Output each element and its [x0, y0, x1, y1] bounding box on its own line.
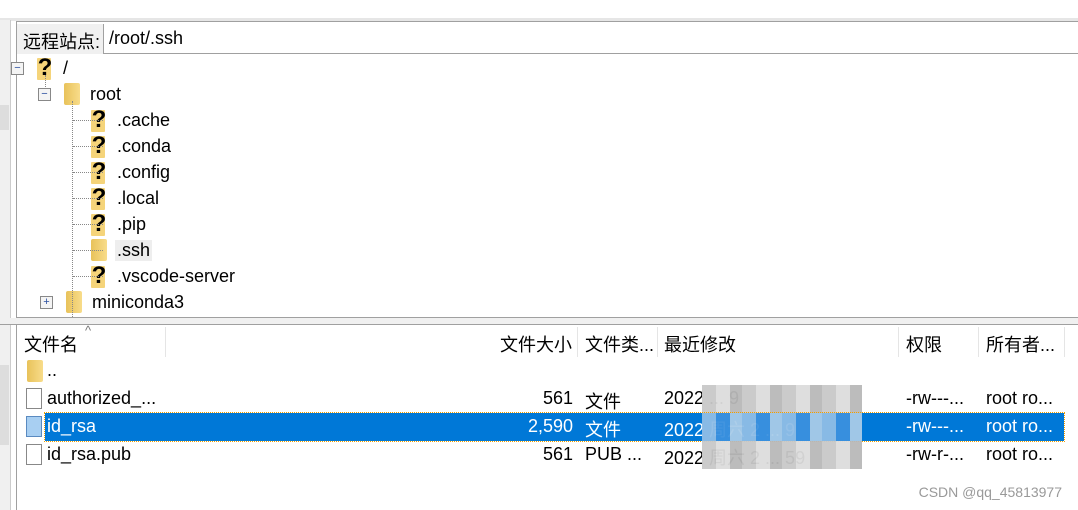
- collapse-icon[interactable]: −: [38, 88, 51, 101]
- folder-icon: [66, 291, 82, 313]
- tree-node[interactable]: ? /: [35, 54, 70, 81]
- column-header-type[interactable]: 文件类...: [578, 327, 658, 357]
- column-header-owner[interactable]: 所有者...: [979, 327, 1065, 357]
- file-permissions: -rw-r-...: [906, 444, 964, 464]
- file-owner: root ro...: [986, 388, 1054, 408]
- redaction-mosaic: [702, 413, 862, 441]
- file-row[interactable]: ..: [17, 357, 1064, 385]
- tree-node-label: .conda: [117, 135, 172, 156]
- redaction-mosaic: [702, 441, 862, 469]
- tree-node[interactable]: ? .vscode-server: [89, 262, 237, 289]
- file-size: 561: [542, 388, 573, 408]
- column-label: 文件名: [24, 335, 78, 355]
- local-panel-edge: [0, 20, 11, 510]
- remote-file-list: 文件名 ^ 文件大小 文件类... 最近修改 权限 所有者... .. author…: [16, 323, 1078, 510]
- tree-connector: [73, 224, 103, 225]
- redaction-mosaic: [702, 385, 862, 413]
- remote-site-label: 远程站点:: [17, 24, 104, 54]
- sort-ascending-icon: ^: [85, 323, 92, 338]
- file-row[interactable]: id_rsa.pub561PUB ...2022 周六 2 ... 59-rw-…: [17, 441, 1064, 469]
- tree-node-label: .config: [117, 161, 171, 182]
- collapse-icon[interactable]: −: [11, 62, 24, 75]
- file-owner: root ro...: [986, 444, 1054, 464]
- file-type: PUB ...: [585, 444, 643, 464]
- remote-site-input[interactable]: /root/.ssh: [109, 28, 183, 49]
- remote-site-bar: 远程站点: /root/.ssh: [17, 24, 1078, 54]
- file-permissions: -rw---...: [906, 388, 964, 408]
- tree-node-label: miniconda3: [92, 291, 185, 312]
- file-name: id_rsa: [47, 416, 97, 436]
- column-header-permissions[interactable]: 权限: [899, 327, 979, 357]
- expand-icon[interactable]: +: [40, 296, 53, 309]
- tree-connector: [73, 120, 103, 121]
- file-row[interactable]: authorized_...561文件2022 ... 9-rw---...ro…: [17, 385, 1064, 413]
- file-type: 文件: [585, 392, 621, 412]
- file-list-header: 文件名 ^ 文件大小 文件类... 最近修改 权限 所有者...: [17, 323, 1067, 357]
- file-owner: root ro...: [986, 416, 1054, 436]
- tree-connector: [72, 101, 73, 321]
- tree-node-label: root: [90, 83, 122, 104]
- file-size: 561: [542, 444, 573, 464]
- tree-node-label: .cache: [117, 109, 171, 130]
- column-header-size[interactable]: 文件大小: [166, 327, 578, 357]
- tree-connector: [73, 172, 103, 173]
- file-name: ..: [47, 360, 58, 380]
- tree-node-label: /: [63, 57, 69, 78]
- remote-directory-tree: ? / − root −? .cache? .conda? .config? .local? .p…: [11, 54, 1077, 321]
- file-type: 文件: [585, 420, 621, 440]
- panel-splitter[interactable]: [0, 318, 1078, 325]
- file-size: 2,590: [527, 416, 573, 436]
- file-row[interactable]: id_rsa2,590文件2022 周六 2 ... 9-rw---...roo…: [26, 412, 1065, 442]
- parent-folder-icon: [27, 360, 43, 382]
- tree-connector: [73, 146, 103, 147]
- file-name: id_rsa.pub: [47, 444, 132, 464]
- tree-node-label: .ssh: [115, 239, 153, 261]
- file-icon: [26, 388, 42, 409]
- tree-connector: [73, 250, 103, 251]
- tree-connector: [73, 276, 103, 277]
- tree-connector: [73, 198, 103, 199]
- file-icon: [26, 444, 42, 465]
- tree-connector: [45, 75, 46, 89]
- tree-node-label: .local: [117, 187, 160, 208]
- tree-node-label: .vscode-server: [117, 265, 236, 286]
- watermark: CSDN @qq_45813977: [918, 484, 1062, 500]
- file-name: authorized_...: [47, 388, 157, 408]
- file-icon: [26, 416, 42, 437]
- tree-node[interactable]: miniconda3: [64, 289, 186, 315]
- remote-tree-panel: 远程站点: /root/.ssh ? / − root −? .cache? .conda?…: [11, 21, 1078, 321]
- tree-node-label: .pip: [117, 213, 147, 234]
- column-header-name[interactable]: 文件名 ^: [17, 323, 166, 357]
- column-header-modified[interactable]: 最近修改: [658, 327, 899, 357]
- file-permissions: -rw---...: [906, 416, 964, 436]
